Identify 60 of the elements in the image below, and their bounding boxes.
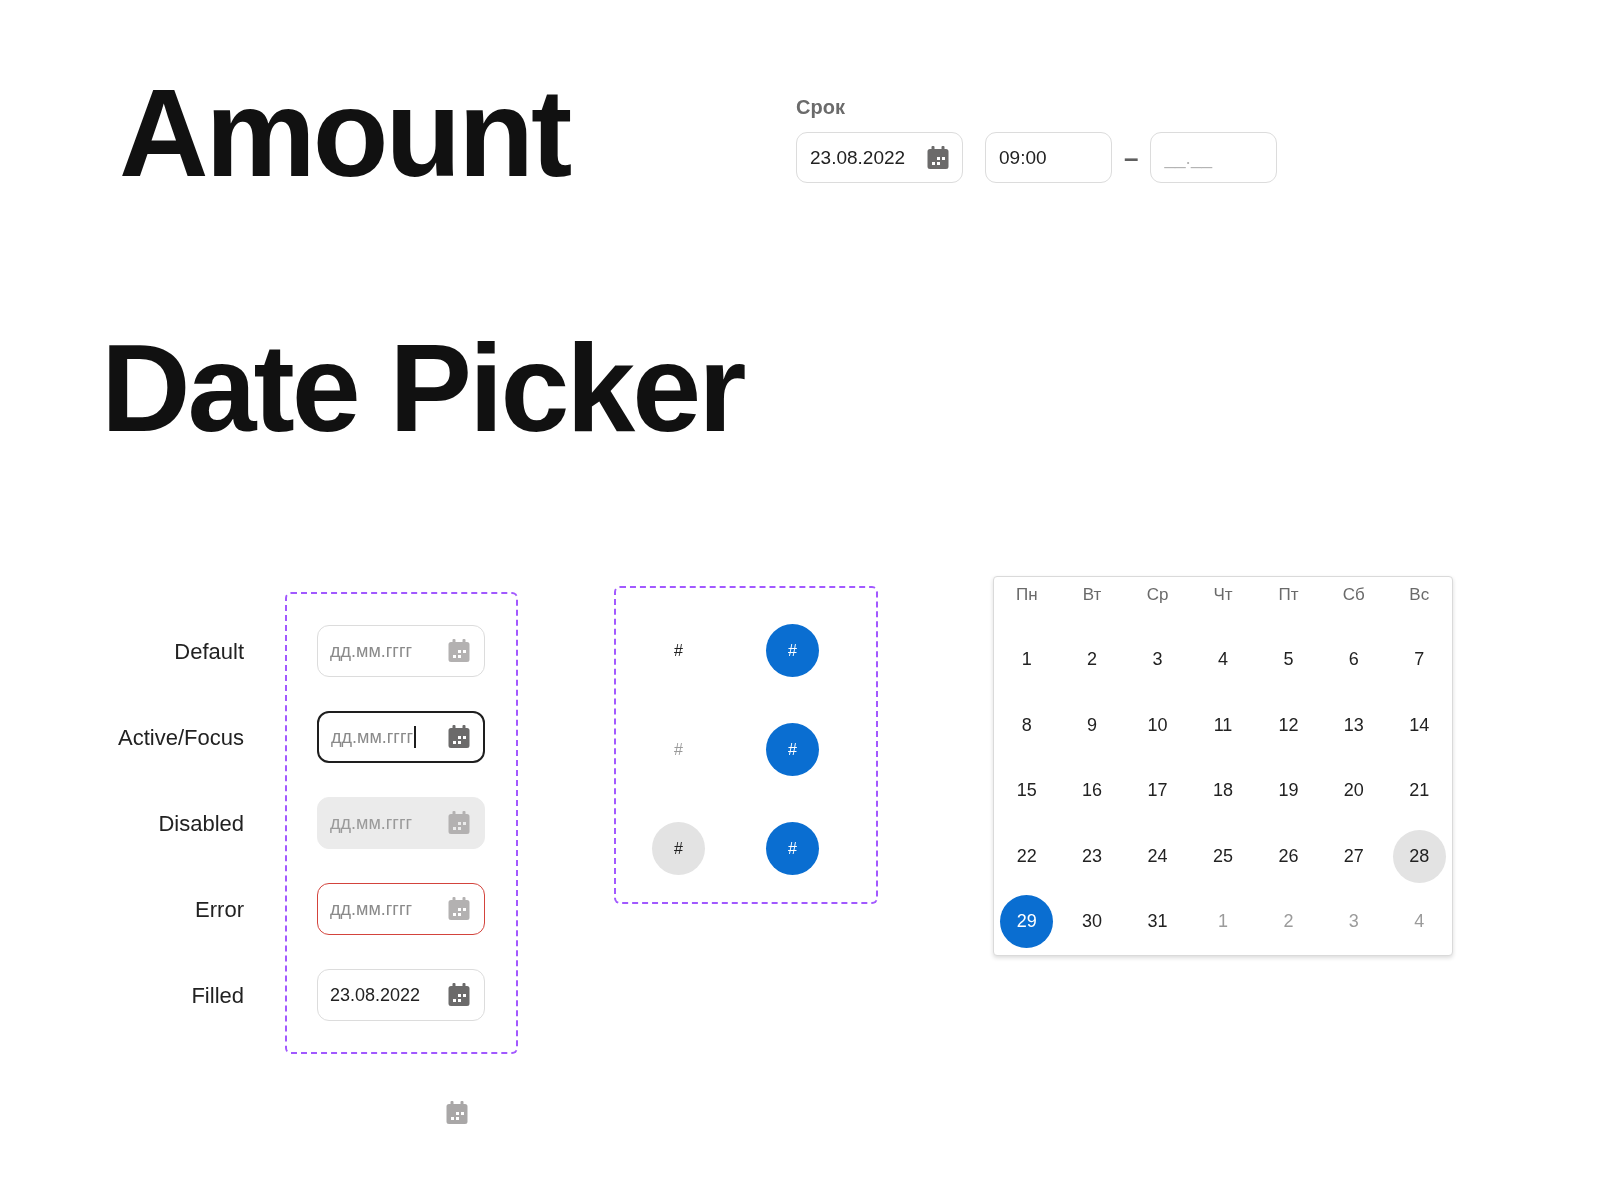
state-label: Default (174, 639, 244, 665)
calendar-day[interactable]: 3 (1131, 633, 1185, 687)
calendar-day[interactable]: 18 (1196, 764, 1250, 818)
calendar-day[interactable]: 19 (1261, 764, 1315, 818)
state-label: Error (195, 897, 244, 923)
calendar-day[interactable]: 5 (1261, 633, 1315, 687)
calendar-day[interactable]: 12 (1261, 698, 1315, 752)
calendar-day[interactable]: 23 (1065, 829, 1119, 883)
calendar-day[interactable]: 30 (1065, 895, 1119, 949)
calendar-day[interactable]: 16 (1065, 764, 1119, 818)
date-field[interactable]: дд.мм.гггг (317, 711, 485, 763)
range-separator: – (1124, 142, 1139, 173)
date-field[interactable]: дд.мм.гггг (317, 883, 485, 935)
calendar-day[interactable]: 27 (1327, 829, 1381, 883)
calendar-day[interactable]: 10 (1131, 698, 1185, 752)
calendar-day[interactable]: 14 (1392, 698, 1446, 752)
field-label: Срок (796, 95, 845, 119)
date-field[interactable]: 23.08.2022 (317, 969, 485, 1021)
weekday-label: Вс (1409, 585, 1430, 605)
state-label: Filled (191, 983, 244, 1009)
weekday-label: Вт (1082, 585, 1102, 605)
calendar-day[interactable]: 25 (1196, 829, 1250, 883)
calendar-day[interactable]: 31 (1131, 895, 1185, 949)
weekday-label: Пт (1278, 585, 1299, 605)
calendar-day[interactable]: # (766, 723, 819, 776)
calendar-day[interactable]: 8 (1000, 698, 1054, 752)
calendar-day[interactable]: 2 (1065, 633, 1119, 687)
text-cursor-icon (414, 726, 416, 748)
weekday-label: Пн (1015, 585, 1038, 605)
weekday-label: Чт (1213, 585, 1233, 605)
calendar-day[interactable]: 22 (1000, 829, 1054, 883)
state-label: Active/Focus (118, 725, 244, 751)
calendar-icon (446, 1101, 468, 1124)
calendar-day[interactable]: 20 (1327, 764, 1381, 818)
calendar-day[interactable]: # (652, 822, 705, 875)
calendar-day[interactable]: 26 (1261, 829, 1315, 883)
page-title: Amount (119, 71, 570, 195)
calendar-day[interactable]: 7 (1392, 633, 1446, 687)
state-label: Disabled (158, 811, 244, 837)
calendar-day[interactable]: 11 (1196, 698, 1250, 752)
calendar-day[interactable]: 29 (1000, 895, 1054, 949)
time-field[interactable]: __.__ (1150, 132, 1278, 183)
time-field[interactable]: 09:00 (985, 132, 1112, 183)
calendar-day[interactable]: 9 (1065, 698, 1119, 752)
calendar-day[interactable]: # (652, 624, 705, 677)
calendar-day[interactable]: 13 (1327, 698, 1381, 752)
calendar-day[interactable]: 21 (1392, 764, 1446, 818)
calendar-day[interactable]: 6 (1327, 633, 1381, 687)
calendar-day[interactable]: 1 (1000, 633, 1054, 687)
calendar-day[interactable]: # (766, 624, 819, 677)
weekday-label: Ср (1146, 585, 1169, 605)
calendar-day[interactable]: 4 (1196, 633, 1250, 687)
section-title: Date Picker (101, 326, 744, 450)
calendar-day[interactable]: 28 (1392, 829, 1446, 883)
calendar-day[interactable]: 17 (1131, 764, 1185, 818)
calendar-day[interactable]: 24 (1131, 829, 1185, 883)
calendar-day[interactable]: # (766, 822, 819, 875)
calendar-day[interactable]: 15 (1000, 764, 1054, 818)
weekday-label: Сб (1342, 585, 1365, 605)
date-field[interactable]: 23.08.2022 (796, 132, 963, 183)
